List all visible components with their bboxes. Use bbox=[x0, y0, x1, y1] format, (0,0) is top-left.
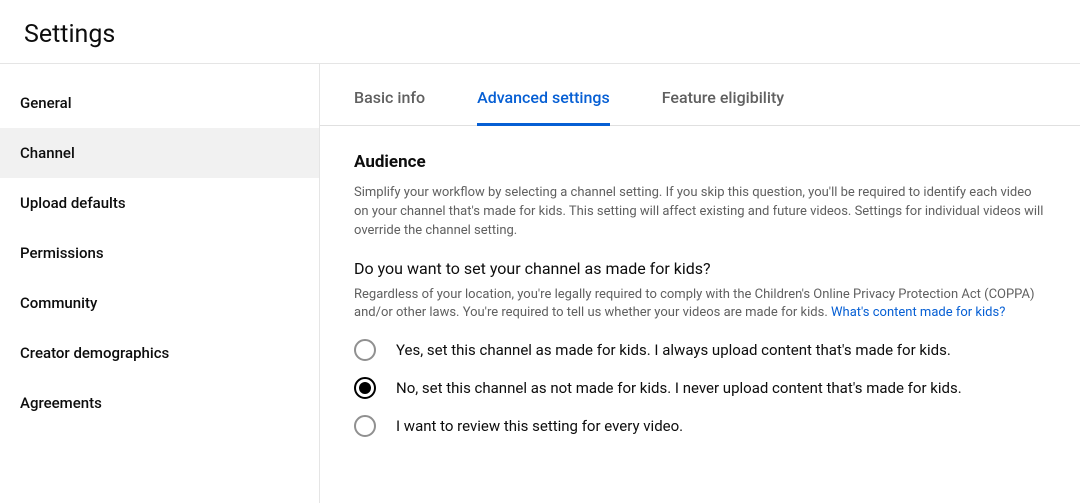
sidebar-item-upload-defaults[interactable]: Upload defaults bbox=[0, 178, 319, 228]
tab-basic-info[interactable]: Basic info bbox=[354, 88, 425, 125]
settings-header: Settings bbox=[0, 0, 1080, 64]
audience-description: Simplify your workflow by selecting a ch… bbox=[354, 184, 1046, 241]
main-panel: Basic info Advanced settings Feature eli… bbox=[320, 64, 1080, 503]
radio-icon bbox=[354, 415, 376, 437]
sidebar-item-permissions[interactable]: Permissions bbox=[0, 228, 319, 278]
radio-option-no[interactable]: No, set this channel as not made for kid… bbox=[354, 377, 1046, 399]
radio-label: I want to review this setting for every … bbox=[396, 417, 683, 435]
audience-legal: Regardless of your location, you're lega… bbox=[354, 286, 1046, 324]
layout: General Channel Upload defaults Permissi… bbox=[0, 64, 1080, 503]
sidebar: General Channel Upload defaults Permissi… bbox=[0, 64, 320, 503]
sidebar-item-general[interactable]: General bbox=[0, 78, 319, 128]
sidebar-item-community[interactable]: Community bbox=[0, 278, 319, 328]
sidebar-item-agreements[interactable]: Agreements bbox=[0, 378, 319, 428]
radio-option-yes[interactable]: Yes, set this channel as made for kids. … bbox=[354, 339, 1046, 361]
audience-radio-group: Yes, set this channel as made for kids. … bbox=[354, 339, 1046, 437]
page-title: Settings bbox=[24, 20, 1056, 49]
content-made-for-kids-link[interactable]: What's content made for kids? bbox=[831, 305, 1005, 320]
radio-label: No, set this channel as not made for kid… bbox=[396, 379, 962, 397]
content: Audience Simplify your workflow by selec… bbox=[320, 126, 1080, 437]
sidebar-item-channel[interactable]: Channel bbox=[0, 128, 319, 178]
audience-heading: Audience bbox=[354, 152, 1046, 172]
tab-advanced-settings[interactable]: Advanced settings bbox=[477, 88, 610, 125]
tabs: Basic info Advanced settings Feature eli… bbox=[320, 64, 1080, 126]
audience-question: Do you want to set your channel as made … bbox=[354, 259, 1046, 278]
sidebar-item-creator-demographics[interactable]: Creator demographics bbox=[0, 328, 319, 378]
radio-icon bbox=[354, 339, 376, 361]
radio-option-review[interactable]: I want to review this setting for every … bbox=[354, 415, 1046, 437]
tab-feature-eligibility[interactable]: Feature eligibility bbox=[662, 88, 784, 125]
radio-icon bbox=[354, 377, 376, 399]
radio-label: Yes, set this channel as made for kids. … bbox=[396, 341, 951, 359]
